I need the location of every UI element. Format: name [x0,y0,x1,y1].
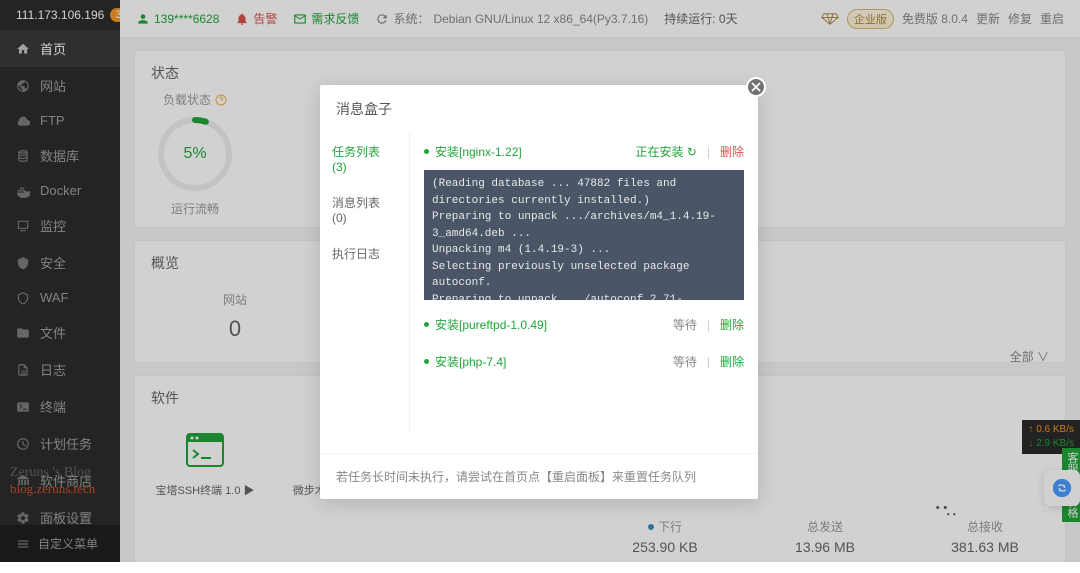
terminal-line: Unpacking m4 (1.4.19-3) ... [432,242,736,259]
terminal-line: Selecting previously unselected package … [432,259,736,292]
task-name: 安装[pureftpd-1.0.49] [435,316,667,333]
task-status: 正在安装 ↻ [635,143,696,160]
modal-tabs: 任务列表 (3) 消息列表 (0) 执行日志 [320,133,410,433]
close-icon [751,82,761,92]
tab-messages[interactable]: 消息列表 (0) [320,184,409,235]
task-row: 安装[nginx-1.22] 正在安装 ↻ | 删除 [410,133,758,170]
modal-title: 消息盒子 [320,85,758,133]
task-name: 安装[nginx-1.22] [435,143,629,160]
task-status: 等待 [673,353,697,370]
task-delete-button[interactable]: 删除 [720,353,744,370]
modal-content: 安装[nginx-1.22] 正在安装 ↻ | 删除 (Reading data… [410,133,758,433]
status-dot-icon [424,149,429,154]
separator: | [707,318,710,332]
task-delete-button[interactable]: 删除 [720,316,744,333]
terminal-line: Preparing to unpack .../archives/m4_1.4.… [432,209,736,242]
modal-close-button[interactable] [746,77,766,97]
task-status: 等待 [673,316,697,333]
modal-footer-hint: 若任务长时间未执行，请尝试在首页点【重启面板】来重置任务队列 [320,453,758,499]
task-row: 安装[pureftpd-1.0.49] 等待 | 删除 [410,306,758,343]
task-row: 安装[php-7.4] 等待 | 删除 [410,343,758,380]
terminal-line: (Reading database ... 47882 files and di… [432,176,736,209]
status-dot-icon [424,322,429,327]
tab-tasks[interactable]: 任务列表 (3) [320,133,409,184]
task-name: 安装[php-7.4] [435,353,667,370]
separator: | [707,355,710,369]
message-box-modal: 消息盒子 任务列表 (3) 消息列表 (0) 执行日志 安装[nginx-1.2… [320,85,758,499]
status-dot-icon [424,359,429,364]
task-delete-button[interactable]: 删除 [720,143,744,160]
install-log-terminal[interactable]: (Reading database ... 47882 files and di… [424,170,744,300]
separator: | [707,145,710,159]
terminal-line: Preparing to unpack .../autoconf_2.71-3_… [432,292,736,301]
tab-logs[interactable]: 执行日志 [320,235,409,272]
